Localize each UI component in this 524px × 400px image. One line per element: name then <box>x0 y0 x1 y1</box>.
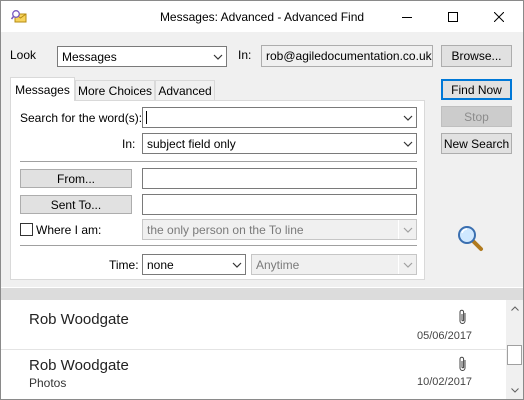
time-dropdown[interactable]: none <box>142 254 246 275</box>
list-item[interactable]: Rob Woodgate 05/06/2017 <box>1 300 506 348</box>
list-item[interactable]: Rob Woodgate Photos 10/02/2017 <box>1 350 506 399</box>
result-sender: Rob Woodgate <box>29 311 129 328</box>
paperclip-icon <box>458 356 468 372</box>
time-range-dropdown[interactable]: Anytime <box>251 254 417 275</box>
tab-advanced[interactable]: Advanced <box>155 80 215 101</box>
in-folder-label: In: <box>238 48 252 62</box>
chevron-down-icon <box>398 108 416 127</box>
search-words-input[interactable] <box>142 107 417 128</box>
look-value: Messages <box>62 49 117 64</box>
result-subject: Photos <box>29 376 67 390</box>
text-cursor <box>146 111 147 124</box>
in-folder-field: rob@agiledocumentation.co.uk <box>261 45 433 67</box>
find-now-button[interactable]: Find Now <box>441 79 512 100</box>
close-button[interactable] <box>476 2 522 32</box>
where-i-am-dropdown[interactable]: the only person on the To line <box>142 219 417 240</box>
results-list: Rob Woodgate 05/06/2017 Rob Woodgate Pho… <box>1 300 506 399</box>
maximize-button[interactable] <box>430 2 476 32</box>
paperclip-icon <box>458 309 468 325</box>
title-bar: Messages: Advanced - Advanced Find <box>1 1 523 32</box>
where-i-am-label: Where I am: <box>36 223 102 237</box>
time-value: none <box>147 257 174 272</box>
where-i-am-checkbox[interactable] <box>20 223 33 236</box>
minimize-icon <box>402 17 412 18</box>
result-date: 05/06/2017 <box>417 330 473 342</box>
separator <box>20 161 417 162</box>
chevron-up-icon <box>510 305 519 311</box>
chevron-down-icon <box>510 387 519 393</box>
chevron-down-icon <box>398 134 416 153</box>
where-i-am-value: the only person on the To line <box>147 222 304 237</box>
result-date: 10/02/2017 <box>417 376 473 388</box>
new-search-button[interactable]: New Search <box>441 133 512 154</box>
scroll-up-button[interactable] <box>506 300 523 316</box>
look-dropdown[interactable]: Messages <box>57 46 227 67</box>
from-button[interactable]: From... <box>20 169 132 188</box>
scroll-down-button[interactable] <box>506 382 523 398</box>
separator <box>20 245 417 246</box>
chevron-down-icon <box>398 255 416 274</box>
search-words-label: Search for the word(s): <box>20 111 143 125</box>
maximize-icon <box>448 12 458 22</box>
chevron-down-icon <box>227 255 245 274</box>
search-in-value: subject field only <box>147 136 236 151</box>
sent-to-input[interactable] <box>142 194 417 215</box>
scroll-thumb[interactable] <box>507 345 522 365</box>
chevron-down-icon <box>208 47 226 66</box>
browse-button[interactable]: Browse... <box>441 45 512 67</box>
results-header-bar <box>1 288 523 300</box>
result-sender: Rob Woodgate <box>29 357 129 374</box>
tab-more-choices[interactable]: More Choices <box>75 80 155 101</box>
chevron-down-icon <box>398 220 416 239</box>
search-magnifier-icon <box>457 225 485 253</box>
search-in-dropdown[interactable]: subject field only <box>142 133 417 154</box>
search-in-label: In: <box>122 137 136 151</box>
sent-to-button[interactable]: Sent To... <box>20 195 132 214</box>
advanced-find-dialog: Look Messages In: rob@agiledocumentation… <box>1 32 523 287</box>
from-input[interactable] <box>142 168 417 189</box>
time-range-value: Anytime <box>256 257 300 272</box>
minimize-button[interactable] <box>384 2 430 32</box>
results-scrollbar[interactable] <box>506 300 523 399</box>
time-label: Time: <box>109 258 139 272</box>
look-label: Look <box>10 48 37 62</box>
close-icon <box>494 12 504 22</box>
stop-button[interactable]: Stop <box>441 106 512 127</box>
messages-tab-panel: Search for the word(s): In: subject fiel… <box>10 100 425 280</box>
tab-messages[interactable]: Messages <box>10 77 75 101</box>
